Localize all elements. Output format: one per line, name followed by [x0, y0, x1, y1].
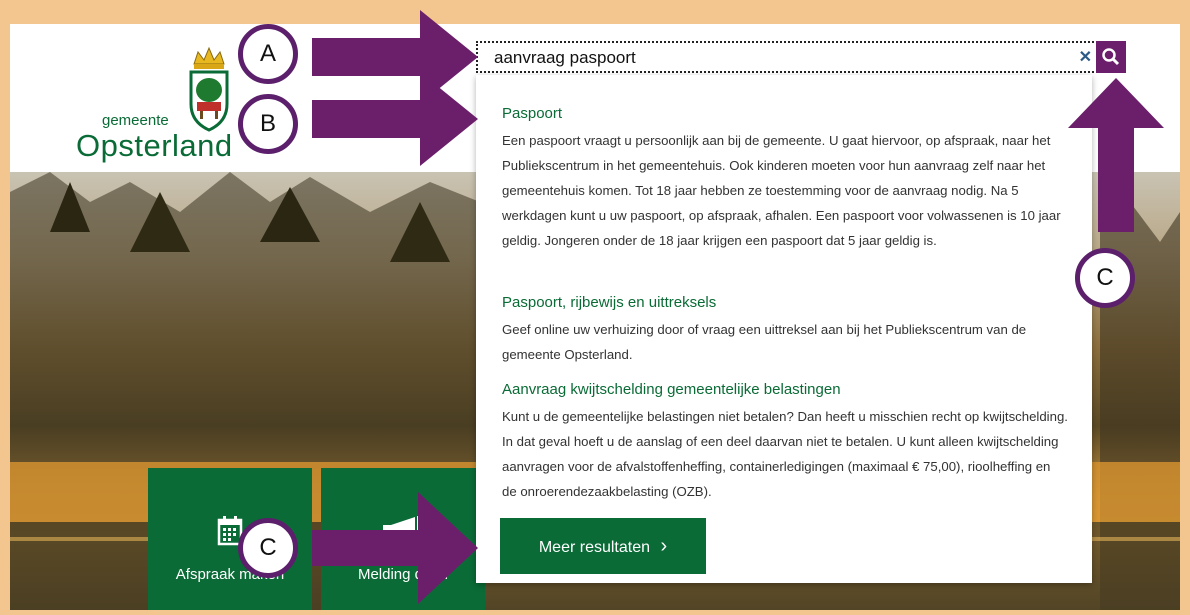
annotation-b: B [238, 94, 298, 154]
annotation-a: A [238, 24, 298, 84]
annotation-c-top: C [1075, 248, 1135, 308]
arrow-c-right-icon [312, 492, 478, 604]
annotation-c-bottom: C [238, 518, 298, 578]
arrow-b-icon [312, 72, 478, 166]
arrow-c-up-icon [1068, 78, 1164, 232]
annotation-arrows [312, 10, 1164, 604]
arrow-a-icon [312, 10, 478, 104]
